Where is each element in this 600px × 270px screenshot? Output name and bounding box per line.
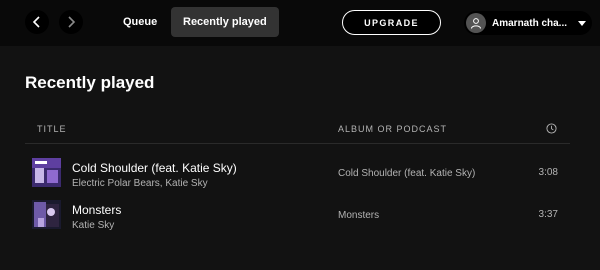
back-button[interactable] — [25, 10, 49, 34]
track-duration: 3:08 — [538, 167, 558, 178]
clock-icon — [546, 123, 557, 134]
caret-down-icon — [578, 20, 586, 26]
track-artist[interactable]: Electric Polar Bears, Katie Sky — [72, 178, 208, 189]
column-header-album[interactable]: ALBUM OR PODCAST — [338, 124, 447, 134]
track-row[interactable]: Cold Shoulder (feat. Katie Sky) Electric… — [25, 154, 570, 194]
track-album[interactable]: Monsters — [338, 210, 379, 221]
track-artist[interactable]: Katie Sky — [72, 220, 114, 231]
track-duration: 3:37 — [538, 209, 558, 220]
track-album[interactable]: Cold Shoulder (feat. Katie Sky) — [338, 168, 475, 179]
column-header-title[interactable]: TITLE — [37, 124, 67, 134]
upgrade-button[interactable]: UPGRADE — [342, 10, 441, 35]
track-title[interactable]: Monsters — [72, 203, 121, 217]
chevron-right-icon — [68, 16, 76, 28]
tab-recently-played[interactable]: Recently played — [171, 7, 279, 37]
avatar — [466, 13, 486, 33]
album-cover — [32, 200, 61, 229]
tab-queue[interactable]: Queue — [111, 7, 169, 37]
album-cover — [32, 158, 61, 187]
chevron-left-icon — [32, 16, 40, 28]
track-row[interactable]: Monsters Katie Sky Monsters 3:37 — [25, 196, 570, 236]
user-menu-button[interactable]: Amarnath cha... — [464, 11, 592, 35]
user-icon — [471, 18, 481, 29]
forward-button[interactable] — [59, 10, 83, 34]
header-divider — [25, 143, 570, 144]
page-title: Recently played — [25, 73, 155, 92]
user-name: Amarnath cha... — [492, 17, 568, 29]
top-bar: Queue Recently played UPGRADE Amarnath c… — [0, 0, 600, 46]
track-title[interactable]: Cold Shoulder (feat. Katie Sky) — [72, 161, 237, 175]
